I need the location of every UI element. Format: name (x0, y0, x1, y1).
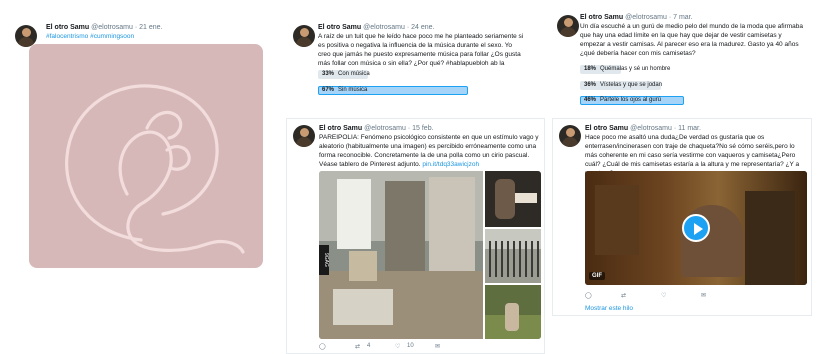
poll-percent: 46% (584, 97, 597, 103)
gif-player[interactable]: GIF (585, 171, 807, 285)
poll-label: Vístelas y que se jodan (600, 82, 663, 88)
avatar[interactable] (293, 125, 315, 147)
tweet-date[interactable]: 11 mar. (678, 125, 701, 132)
poll-option-3[interactable]: 46% Pártele los ojos al gurú (580, 96, 684, 105)
poll-option-2[interactable]: 36% Vístelas y que se jodan (580, 81, 684, 90)
pinterest-link[interactable]: pin.it/tdq33awicjzoh (422, 161, 479, 168)
poll-label: Con música (338, 71, 370, 77)
poll-option-1[interactable]: 18% Quémalas y sé un hombre (580, 65, 684, 74)
tweet-image[interactable] (29, 44, 263, 268)
avatar[interactable] (557, 15, 579, 37)
author-handle[interactable]: @elotrosamu (363, 24, 405, 31)
message-icon[interactable]: ✉ (435, 343, 440, 350)
tweet-header: El otro Samu @elotrosamu · 7 mar. (580, 14, 693, 21)
watermark-label: 9GAG (319, 245, 329, 275)
play-button-icon[interactable] (682, 214, 710, 242)
poll-percent: 18% (584, 66, 597, 72)
like-count: 10 (407, 343, 414, 349)
poll-option-2[interactable]: 67% Sin música (318, 86, 468, 95)
poll-percent: 67% (322, 87, 335, 93)
photo-office[interactable]: 9GAG (319, 171, 483, 339)
poll-label: Pártele los ojos al gurú (600, 97, 662, 103)
tweet-card-5[interactable]: El otro Samu @elotrosamu · 11 mar. Hace … (552, 118, 812, 316)
tweet-card-1[interactable]: El otro Samu @elotrosamu · 21 ene. #falo… (8, 12, 270, 272)
tweet-card-2[interactable]: El otro Samu @elotrosamu · 24 ene. A raí… (286, 12, 530, 116)
retweet-icon[interactable]: ⇄ (621, 292, 661, 299)
tweet-text: #falocentrismo #cummingsoon (46, 32, 266, 41)
author-handle[interactable]: @elotrosamu (625, 14, 667, 21)
author-name[interactable]: El otro Samu (580, 14, 623, 21)
phallic-drawing-icon (65, 84, 245, 254)
tweet-date[interactable]: 21 ene. (139, 24, 162, 31)
tweet-date[interactable]: 24 ene. (411, 24, 434, 31)
tweet-date[interactable]: 15 feb. (412, 125, 433, 132)
tweet-card-3[interactable]: El otro Samu @elotrosamu · 7 mar. Un día… (552, 12, 812, 114)
image-collage[interactable]: 9GAG (319, 171, 541, 339)
gif-badge: GIF (589, 272, 605, 280)
tweet-header: El otro Samu @elotrosamu · 15 feb. (319, 125, 434, 132)
author-name[interactable]: El otro Samu (319, 125, 362, 132)
tweet-card-4[interactable]: El otro Samu @elotrosamu · 15 feb. PAREI… (286, 118, 545, 354)
like-icon[interactable]: ♡ (395, 343, 403, 350)
author-handle[interactable]: @elotrosamu (91, 24, 133, 31)
hashtags[interactable]: #falocentrismo #cummingsoon (46, 33, 134, 40)
author-handle[interactable]: @elotrosamu (630, 125, 672, 132)
tweet-actions: ◯ ⇄ 4 ♡ 10 ✉ (319, 343, 519, 350)
reply-icon[interactable]: ◯ (585, 292, 621, 299)
message-icon[interactable]: ✉ (701, 292, 706, 299)
tweet-date[interactable]: 7 mar. (673, 14, 692, 21)
reply-icon[interactable]: ◯ (319, 343, 355, 350)
poll-label: Quémalas y sé un hombre (600, 66, 671, 72)
poll-option-1[interactable]: 33% Con música (318, 70, 468, 79)
poll-label: Sin música (338, 87, 368, 93)
author-name[interactable]: El otro Samu (585, 125, 628, 132)
author-name[interactable]: El otro Samu (46, 24, 89, 31)
tweet-header: El otro Samu @elotrosamu · 21 ene. (46, 24, 163, 31)
photo-railing[interactable] (485, 229, 541, 283)
tweet-header: El otro Samu @elotrosamu · 24 ene. (318, 24, 435, 31)
tweet-text: A raíz de un tuit que he leído hace poco… (318, 33, 524, 67)
avatar[interactable] (293, 25, 315, 47)
tweet-header: El otro Samu @elotrosamu · 11 mar. (585, 125, 701, 132)
retweet-icon[interactable]: ⇄ (355, 343, 363, 350)
author-name[interactable]: El otro Samu (318, 24, 361, 31)
like-icon[interactable]: ♡ (661, 292, 701, 299)
avatar[interactable] (559, 125, 581, 147)
poll-percent: 36% (584, 82, 597, 88)
photo-tree[interactable] (485, 171, 541, 227)
tweet-text: Un día escuché a un gurú de medio pelo d… (580, 23, 803, 57)
photo-garden[interactable] (485, 285, 541, 339)
retweet-count: 4 (367, 343, 371, 349)
tweet-actions: ◯ ⇄ ♡ ✉ (585, 292, 785, 299)
author-handle[interactable]: @elotrosamu (364, 125, 406, 132)
tweet-text: PAREIPOLIA: Fenómeno psicológico consist… (319, 134, 539, 168)
show-thread-link[interactable]: Mostrar este hilo (585, 305, 633, 312)
poll-percent: 33% (322, 71, 335, 77)
